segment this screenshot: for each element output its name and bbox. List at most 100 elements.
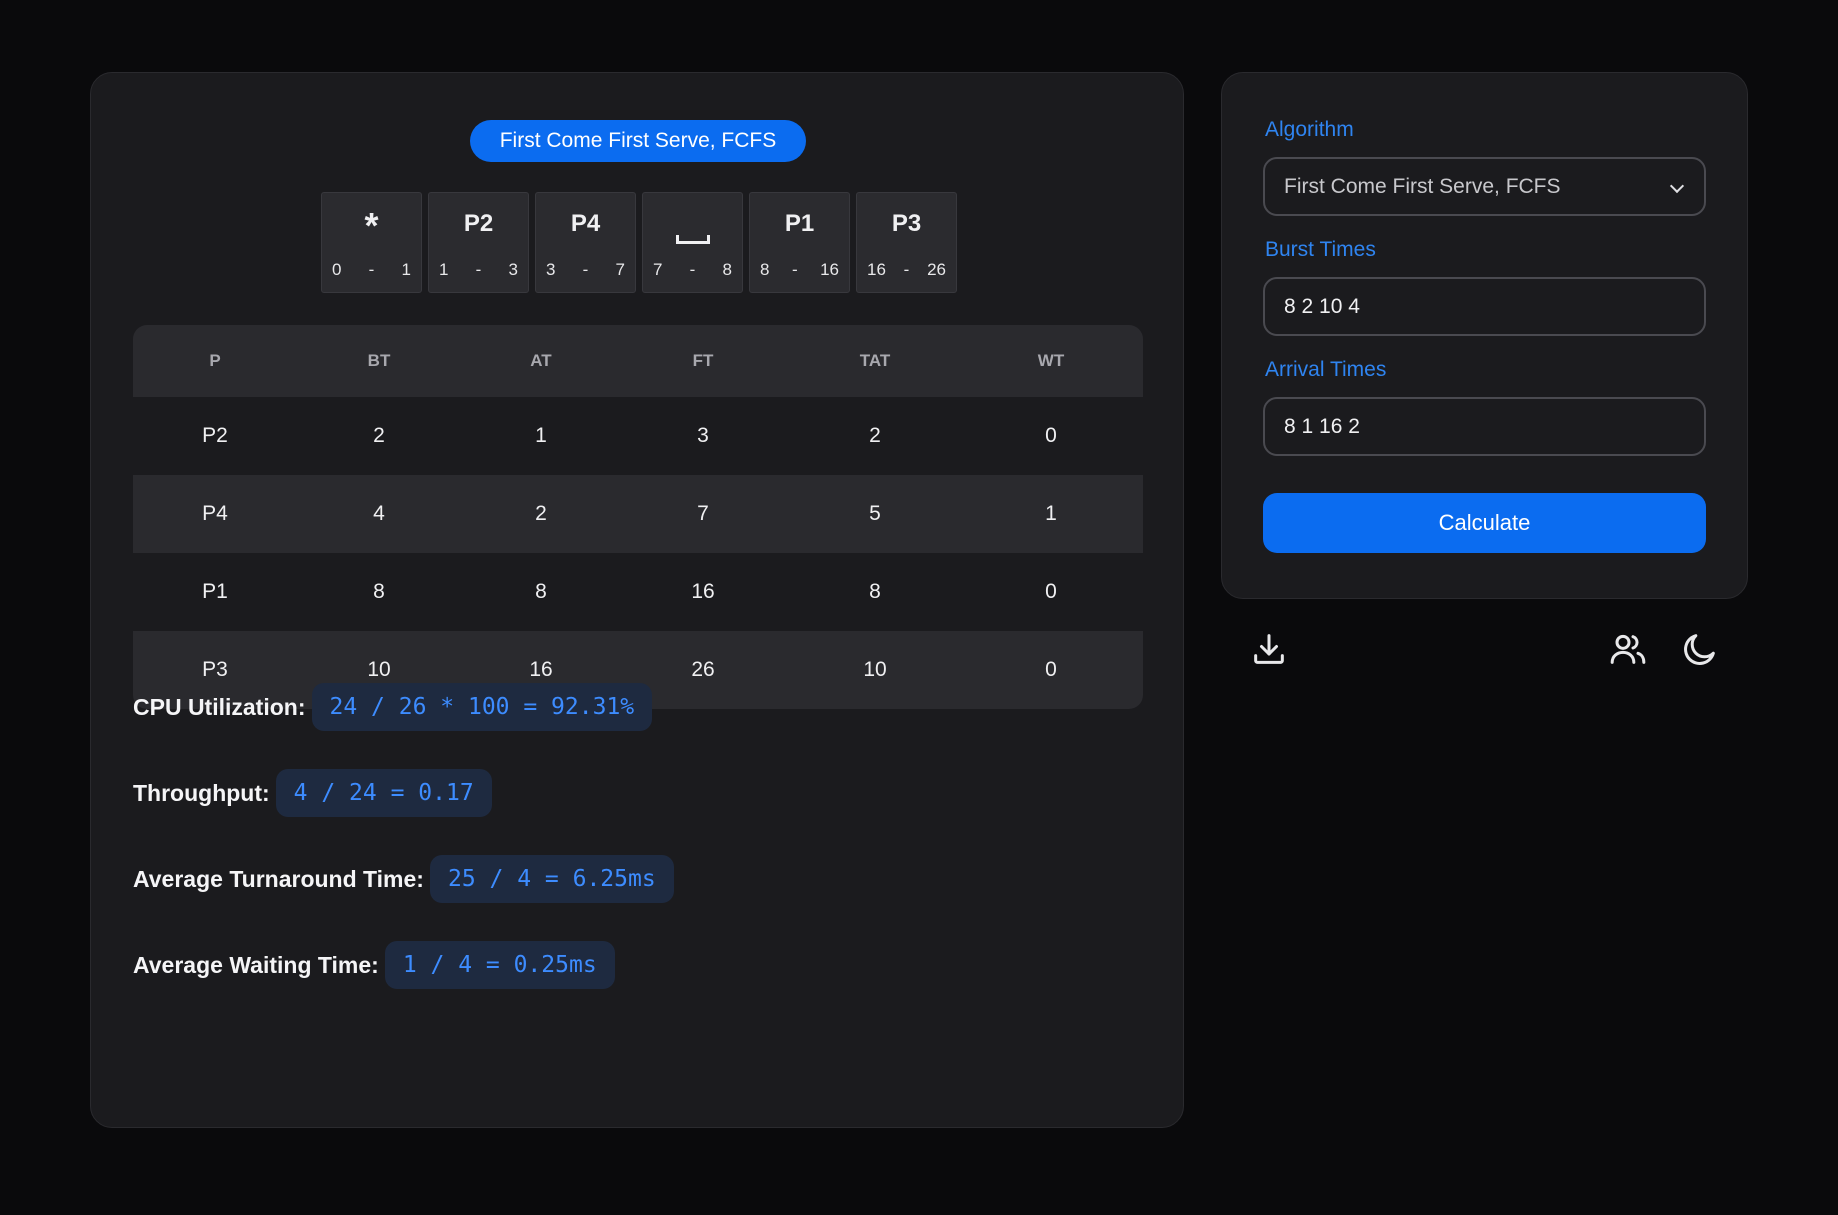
table-cell: 16 — [529, 658, 553, 681]
download-icon[interactable] — [1249, 629, 1289, 669]
gantt-end-time: 7 — [615, 260, 625, 279]
average-waiting-value: 1 / 4 = 0.25ms — [384, 941, 615, 989]
table-cell: 5 — [869, 502, 881, 525]
results-panel: First Come First Serve, FCFS * 0-1 P2 1-3 P4… — [90, 72, 1184, 1128]
gantt-range-separator: - — [475, 260, 482, 279]
table-cell: 2 — [869, 424, 881, 447]
table-cell: 3 — [697, 424, 709, 447]
column-header: BT — [367, 351, 391, 370]
table-cell: 2 — [373, 424, 385, 447]
gantt-range-separator: - — [689, 260, 696, 279]
gantt-block: P3 16-26 — [856, 192, 957, 293]
idle-symbol-icon — [675, 235, 710, 244]
throughput-metric: Throughput: 4 / 24 = 0.17 — [133, 769, 492, 817]
gantt-range-separator: - — [582, 260, 589, 279]
average-waiting-label: Average Waiting Time: — [133, 951, 379, 978]
input-form-panel: Algorithm First Come First Serve, FCFS B… — [1221, 72, 1748, 599]
column-header: FT — [692, 351, 714, 370]
gantt-start-time: 0 — [332, 260, 342, 279]
algorithm-label: Algorithm — [1265, 118, 1354, 141]
gantt-time-range: 0 - 1 — [332, 260, 411, 280]
table-cell: P4 — [202, 502, 228, 525]
arrival-times-label: Arrival Times — [1265, 358, 1387, 381]
process-table: P BT AT FT TAT WT P2 2 1 3 2 0 P4 4 2 7 5 1 P1 8 8 16 8 0 P3 10 1… — [133, 325, 1143, 709]
average-turnaround-label: Average Turnaround Time: — [133, 865, 424, 892]
gantt-process-label: P2 — [463, 210, 494, 237]
table-cell: 1 — [1045, 502, 1057, 525]
chevron-down-icon — [1669, 178, 1685, 194]
gantt-process-label: P1 — [784, 210, 815, 237]
table-cell: 8 — [535, 580, 547, 603]
arrival-times-input[interactable]: 8 1 16 2 — [1263, 397, 1706, 456]
algorithm-badge: First Come First Serve, FCFS — [470, 120, 806, 162]
table-cell: 4 — [373, 502, 385, 525]
burst-times-value: 8 2 10 4 — [1284, 295, 1360, 318]
moon-icon[interactable] — [1680, 629, 1720, 669]
gantt-end-time: 16 — [820, 260, 839, 279]
gantt-block: P4 3 - 7 — [535, 192, 636, 293]
table-cell: 2 — [535, 502, 547, 525]
average-turnaround-value: 25 / 4 = 6.25ms — [429, 855, 674, 903]
table-cell: 26 — [691, 658, 715, 681]
burst-times-input[interactable]: 8 2 10 4 — [1263, 277, 1706, 336]
table-cell: 7 — [697, 502, 709, 525]
table-cell: 0 — [1045, 424, 1057, 447]
gantt-chart: * 0-1 P2 1-3 P4 3-7 7-8 P1 8-16 P3 16-26 — [321, 192, 957, 293]
column-header: AT — [530, 351, 552, 370]
gantt-process-label: P4 — [570, 210, 601, 237]
gantt-start-time: 8 — [760, 260, 770, 279]
table-row: P4 4 2 7 5 1 — [133, 475, 1143, 553]
average-waiting-metric: Average Waiting Time: 1 / 4 = 0.25ms — [133, 941, 615, 989]
table-cell: 0 — [1045, 580, 1057, 603]
gantt-start-time: 7 — [653, 260, 663, 279]
table-cell: P1 — [202, 580, 228, 603]
calculate-button[interactable]: Calculate — [1263, 493, 1706, 553]
arrival-times-value: 8 1 16 2 — [1284, 415, 1360, 438]
gantt-time-range: 8 - 16 — [760, 260, 839, 280]
gantt-end-time: 1 — [401, 260, 411, 279]
gantt-time-range: 1 - 3 — [439, 260, 518, 280]
cpu-utilization-label: CPU Utilization: — [133, 693, 306, 720]
gantt-block: P2 1 - 3 — [428, 192, 529, 293]
gantt-range-separator: - — [368, 260, 375, 279]
table-row: P1 8 8 16 8 0 — [133, 553, 1143, 631]
gantt-process-label: P3 — [891, 210, 922, 237]
table-cell: P3 — [202, 658, 228, 681]
table-row: P2 2 1 3 2 0 — [133, 397, 1143, 475]
gantt-end-time: 3 — [508, 260, 518, 279]
cpu-utilization-value: 24 / 26 * 100 = 92.31% — [311, 683, 653, 731]
gantt-block: 7 - 8 — [642, 192, 743, 293]
table-cell: 10 — [367, 658, 391, 681]
algorithm-selected-value: First Come First Serve, FCFS — [1284, 175, 1561, 198]
gantt-time-range: 16-26 — [867, 260, 946, 280]
gantt-start-time: 1 — [439, 260, 449, 279]
cpu-utilization-metric: CPU Utilization: 24 / 26 * 100 = 92.31% — [133, 683, 653, 731]
gantt-block: P1 8 - 16 — [749, 192, 850, 293]
gantt-time-range: 7 - 8 — [653, 260, 732, 280]
average-turnaround-metric: Average Turnaround Time: 25 / 4 = 6.25ms — [133, 855, 674, 903]
table-cell: 16 — [691, 580, 715, 603]
gantt-time-range: 3 - 7 — [546, 260, 625, 280]
algorithm-select[interactable]: First Come First Serve, FCFS — [1263, 157, 1706, 216]
table-cell: 10 — [863, 658, 887, 681]
table-cell: P2 — [202, 424, 228, 447]
table-header: P BT AT FT TAT WT — [133, 325, 1143, 397]
throughput-value: 4 / 24 = 0.17 — [275, 769, 492, 817]
gantt-start-time: 16 — [867, 260, 886, 279]
throughput-label: Throughput: — [133, 779, 270, 806]
column-header: TAT — [859, 351, 891, 370]
table-cell: 8 — [373, 580, 385, 603]
table-cell: 1 — [535, 424, 547, 447]
table-cell: 0 — [1045, 658, 1057, 681]
gantt-range-separator: - — [791, 260, 798, 279]
gantt-block: * 0 - 1 — [321, 192, 422, 293]
column-header: WT — [1037, 351, 1065, 370]
gantt-range-separator: - — [903, 260, 910, 279]
gantt-end-time: 26 — [927, 260, 946, 279]
users-icon[interactable] — [1608, 629, 1648, 669]
table-cell: 8 — [869, 580, 881, 603]
gantt-end-time: 8 — [722, 260, 732, 279]
burst-times-label: Burst Times — [1265, 238, 1376, 261]
column-header: P — [209, 351, 221, 370]
gantt-start-time: 3 — [546, 260, 556, 279]
